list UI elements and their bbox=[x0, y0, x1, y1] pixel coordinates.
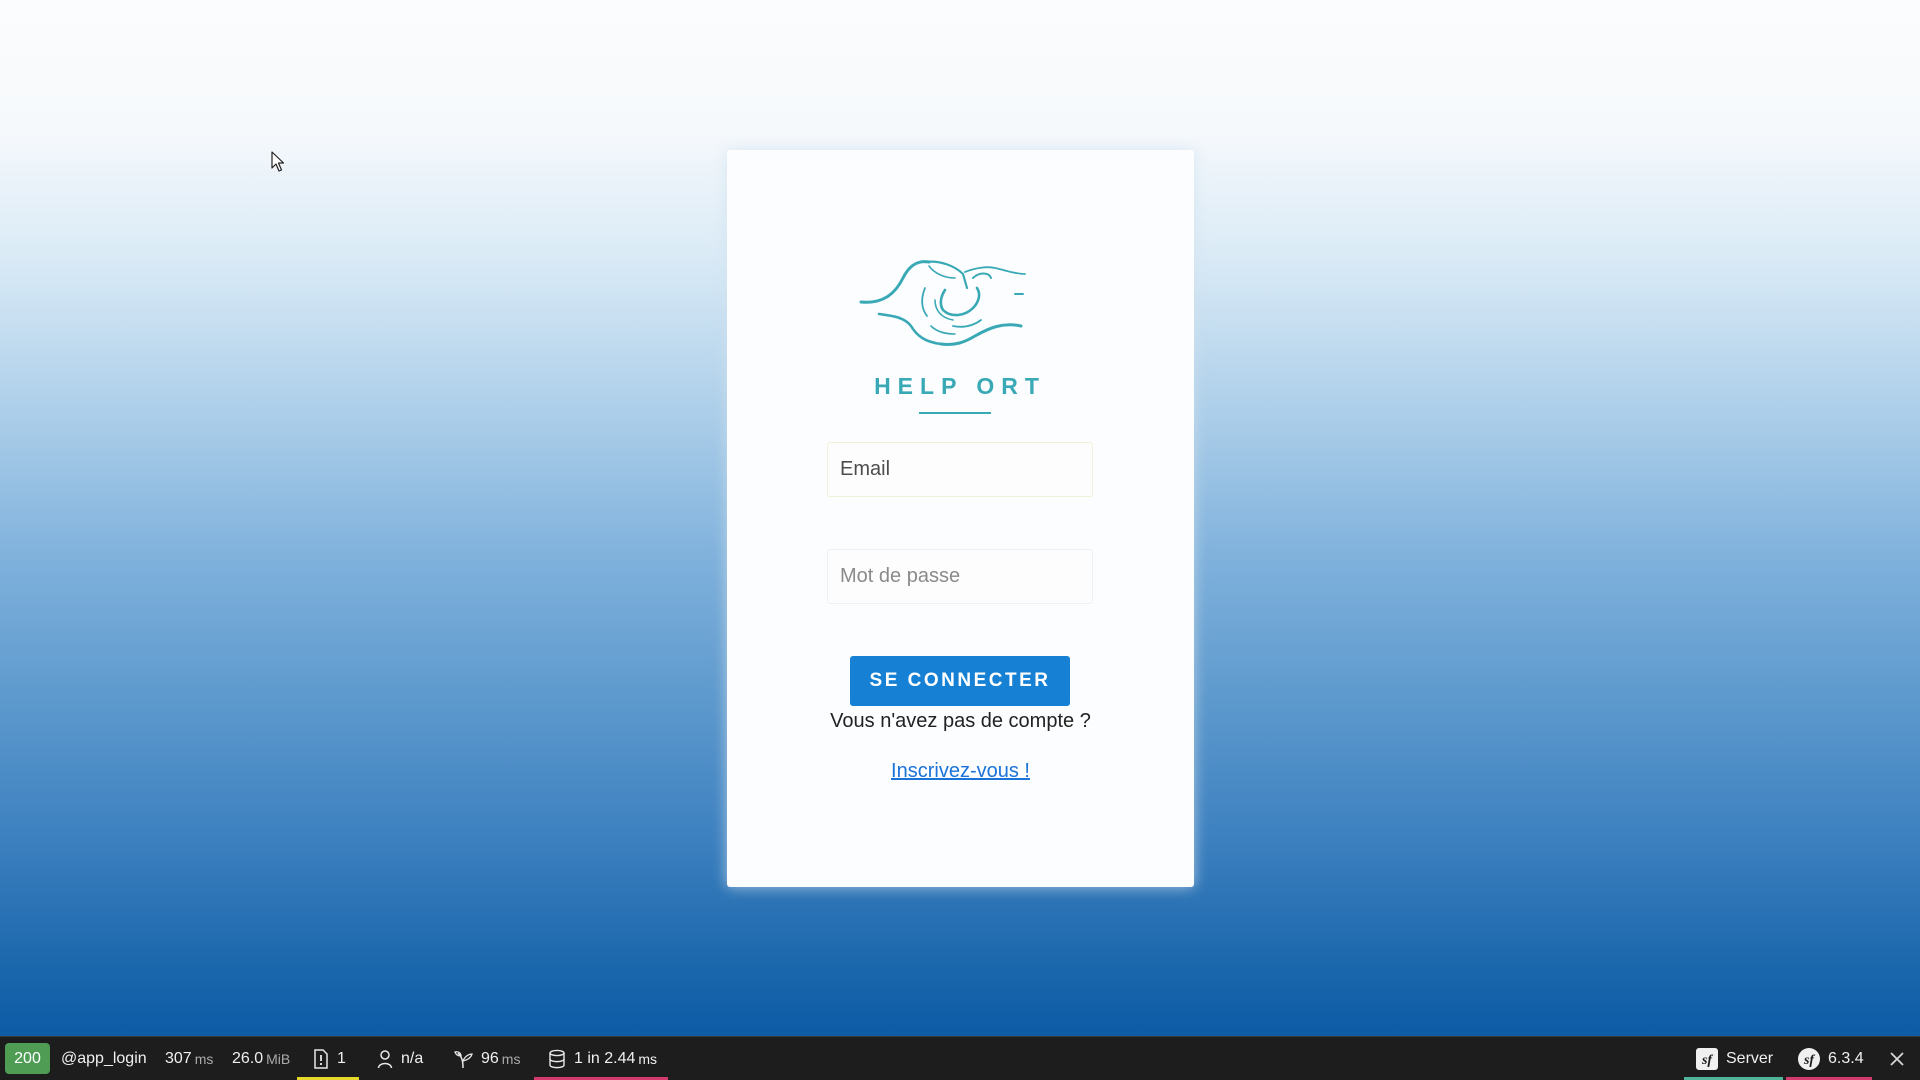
svg-text:sf: sf bbox=[1803, 1053, 1815, 1068]
user-panel[interactable]: n/a bbox=[377, 1037, 423, 1080]
twig-panel[interactable]: 96 ms bbox=[453, 1037, 520, 1080]
warning-file-icon bbox=[314, 1048, 328, 1069]
svg-text:sf: sf bbox=[1701, 1053, 1713, 1068]
password-field[interactable] bbox=[827, 549, 1093, 604]
memory-usage[interactable]: 26.0 MiB bbox=[232, 1037, 290, 1080]
database-panel[interactable]: 1 in 2.44 ms bbox=[534, 1037, 668, 1080]
memory-unit: MiB bbox=[266, 1050, 291, 1067]
db-value: 1 in 2.44 bbox=[574, 1049, 636, 1067]
route-label: @app_login bbox=[61, 1049, 147, 1067]
mouse-pointer-icon bbox=[271, 151, 285, 172]
request-time[interactable]: 307 ms bbox=[165, 1037, 213, 1080]
time-unit: ms bbox=[194, 1050, 214, 1067]
route-name[interactable]: @app_login bbox=[61, 1037, 147, 1080]
memory-value: 26.0 bbox=[232, 1049, 264, 1067]
symfony-version: 6.3.4 bbox=[1828, 1049, 1864, 1067]
twig-unit: ms bbox=[501, 1050, 521, 1067]
twig-branch-icon bbox=[454, 1050, 473, 1068]
user-value: n/a bbox=[401, 1049, 424, 1067]
close-icon[interactable] bbox=[1886, 1048, 1908, 1070]
server-panel[interactable]: sf Server bbox=[1684, 1037, 1783, 1080]
symfony-version-panel[interactable]: sf 6.3.4 bbox=[1786, 1037, 1872, 1080]
status-code-badge[interactable]: 200 bbox=[5, 1043, 50, 1074]
help-ort-logo: HELP ORT bbox=[859, 260, 1046, 414]
logo-text: HELP ORT bbox=[874, 373, 1046, 399]
twig-value: 96 bbox=[481, 1049, 499, 1067]
login-button[interactable]: SE CONNECTER bbox=[850, 656, 1070, 706]
signup-link[interactable]: Inscrivez-vous ! bbox=[727, 760, 1194, 783]
login-card: HELP ORT SE CONNECTER Vous n'avez pas de… bbox=[727, 150, 1194, 887]
time-value: 307 bbox=[165, 1049, 192, 1067]
logs-count: 1 bbox=[337, 1049, 346, 1067]
database-icon bbox=[549, 1049, 565, 1068]
person-icon bbox=[377, 1049, 393, 1068]
db-unit: ms bbox=[638, 1050, 658, 1067]
server-label: Server bbox=[1726, 1049, 1774, 1067]
debug-toolbar: 200 @app_login 307 ms 26.0 MiB 1 n/a 96 … bbox=[0, 1036, 1920, 1080]
logs-panel[interactable]: 1 bbox=[297, 1037, 359, 1080]
symfony-logo-icon: sf bbox=[1696, 1047, 1718, 1070]
symfony-logo-icon: sf bbox=[1798, 1047, 1820, 1070]
email-field[interactable] bbox=[827, 442, 1093, 497]
no-account-text: Vous n'avez pas de compte ? bbox=[830, 710, 1091, 732]
